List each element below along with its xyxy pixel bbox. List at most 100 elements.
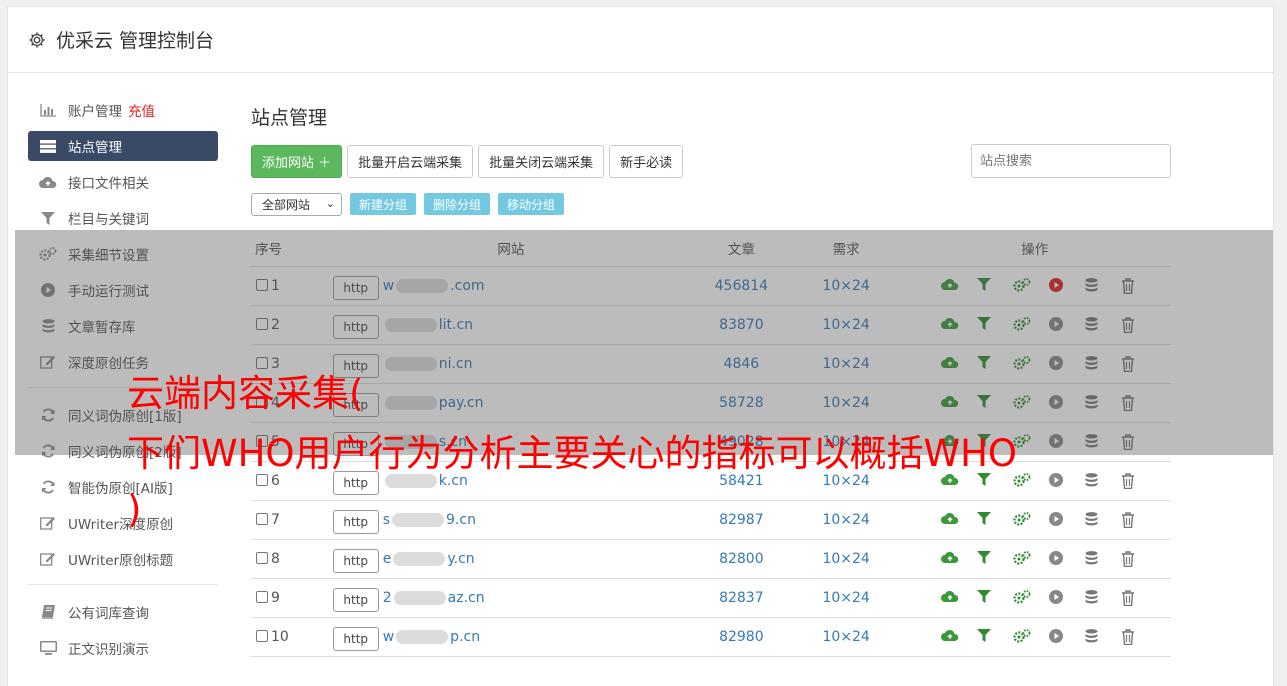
sidebar-item[interactable]: 栏目与关键词 [28,203,218,233]
http-badge[interactable]: http [332,548,379,573]
play-circle-icon[interactable] [1048,628,1067,645]
monitor-icon [39,641,57,655]
database-icon[interactable] [1085,628,1103,645]
http-badge[interactable]: http [332,587,379,612]
row-index: 9 [271,589,280,606]
ops-cell [898,500,1171,540]
bar-chart-icon [39,103,57,117]
cogs-icon[interactable] [1012,589,1031,606]
batch-close-button[interactable]: 批量关闭云端采集 [478,144,605,178]
sidebar-item[interactable]: 公有词库查询 [28,597,218,627]
recharge-link[interactable]: 充值 [128,100,155,120]
articles-count[interactable]: 82987 [688,500,794,540]
play-circle-icon[interactable] [1048,472,1067,489]
row-index: 7 [271,511,280,528]
http-badge[interactable]: http [332,626,379,651]
domain-suffix: y.cn [447,550,475,567]
sidebar-item[interactable]: UWriter原创标题 [28,544,218,574]
group-bar: 全部网站 ⌄ 新建分组 删除分组 移动分组 [251,192,1171,216]
articles-count[interactable]: 82837 [688,578,794,618]
sidebar-item[interactable]: UWriter深度原创 [28,508,218,538]
site-cell: http 2 az.cn [332,578,689,618]
row-index: 8 [271,550,280,567]
play-circle-icon[interactable] [1048,550,1067,567]
cogs-icon[interactable] [1012,511,1031,528]
need-value[interactable]: 10×24 [793,578,899,618]
need-value[interactable]: 10×24 [793,617,899,657]
move-group-button[interactable]: 移动分组 [498,193,565,215]
filter-icon[interactable] [976,628,995,645]
sidebar-item-label: 接口文件相关 [68,176,149,192]
sidebar-item[interactable]: 正文识别演示 [28,633,218,663]
sidebar-item[interactable]: 接口文件相关 [28,167,218,197]
cogs-icon[interactable] [1012,628,1031,645]
refresh-icon [39,480,57,494]
cloud-upload-icon[interactable] [940,590,959,606]
sidebar-item-label: 正文识别演示 [68,642,149,658]
cloud-upload-icon[interactable] [940,551,959,567]
sidebar-item-label: 站点管理 [68,140,122,156]
articles-count[interactable]: 82980 [688,617,794,657]
sidebar-item-label: 公有词库查询 [68,606,149,622]
trash-icon[interactable] [1121,628,1139,645]
sidebar-item-label: UWriter深度原创 [68,517,174,533]
trash-icon[interactable] [1121,550,1139,567]
filter-icon[interactable] [976,550,995,567]
database-icon[interactable] [1085,589,1103,606]
newbie-guide-button[interactable]: 新手必读 [609,144,684,178]
group-select[interactable]: 全部网站 ⌄ [251,192,342,216]
edit-icon [39,552,57,566]
redacted-blur [393,590,446,605]
batch-open-button[interactable]: 批量开启云端采集 [347,144,474,178]
filter-icon[interactable] [976,589,995,606]
database-icon[interactable] [1085,511,1103,528]
sidebar-item[interactable]: 站点管理 [28,131,218,161]
row-index-cell: 8 [251,539,333,579]
sidebar-item[interactable]: 智能伪原创[AI版] [28,472,218,502]
site-cell: http w p.cn [332,617,689,657]
articles-count[interactable]: 82800 [688,539,794,579]
ops-cell [898,578,1171,618]
table-row: 8 http e y.cn 82800 10×24 [251,539,1171,579]
redacted-blur [393,551,446,566]
http-badge[interactable]: http [332,509,379,534]
cloud-upload-icon[interactable] [940,512,959,528]
overlay-headline: 云端内容采集( [127,372,364,415]
play-circle-icon[interactable] [1048,511,1067,528]
need-value[interactable]: 10×24 [793,500,899,540]
cogs-icon[interactable] [1012,550,1031,567]
gear-icon [29,31,45,48]
site-domain[interactable]: s 9.cn [383,512,476,528]
edit-icon [39,516,57,530]
row-checkbox[interactable] [256,629,268,642]
sidebar-item[interactable]: 账户管理 充值 [28,95,218,125]
domain-suffix: 9.cn [446,511,476,528]
trash-icon[interactable] [1121,472,1139,489]
site-domain[interactable]: 2 az.cn [383,590,485,606]
filter-icon [39,211,57,225]
database-icon[interactable] [1085,550,1103,567]
ops-cell [898,539,1171,579]
add-site-button[interactable]: 添加网站 ＋ [251,144,343,178]
trash-icon[interactable] [1121,589,1139,606]
need-value[interactable]: 10×24 [793,539,899,579]
delete-group-button[interactable]: 删除分组 [424,193,491,215]
watermark-overlay [15,230,1273,455]
table-row: 9 http 2 az.cn 82837 10×24 [251,578,1171,618]
trash-icon[interactable] [1121,511,1139,528]
row-checkbox[interactable] [256,551,268,564]
site-domain[interactable]: w p.cn [383,629,480,645]
filter-icon[interactable] [976,511,995,528]
play-circle-icon[interactable] [1048,589,1067,606]
new-group-button[interactable]: 新建分组 [350,193,417,215]
overlay-closing-paren: ) [127,488,142,531]
row-checkbox[interactable] [256,512,268,525]
row-checkbox[interactable] [256,590,268,603]
site-domain[interactable]: e y.cn [383,551,475,567]
cloud-upload-icon[interactable] [940,629,959,645]
page-title: 站点管理 [251,107,328,129]
database-icon[interactable] [1085,472,1103,489]
site-search-input[interactable] [971,144,1171,178]
domain-prefix: s [382,511,391,528]
domain-prefix: w [382,628,395,645]
